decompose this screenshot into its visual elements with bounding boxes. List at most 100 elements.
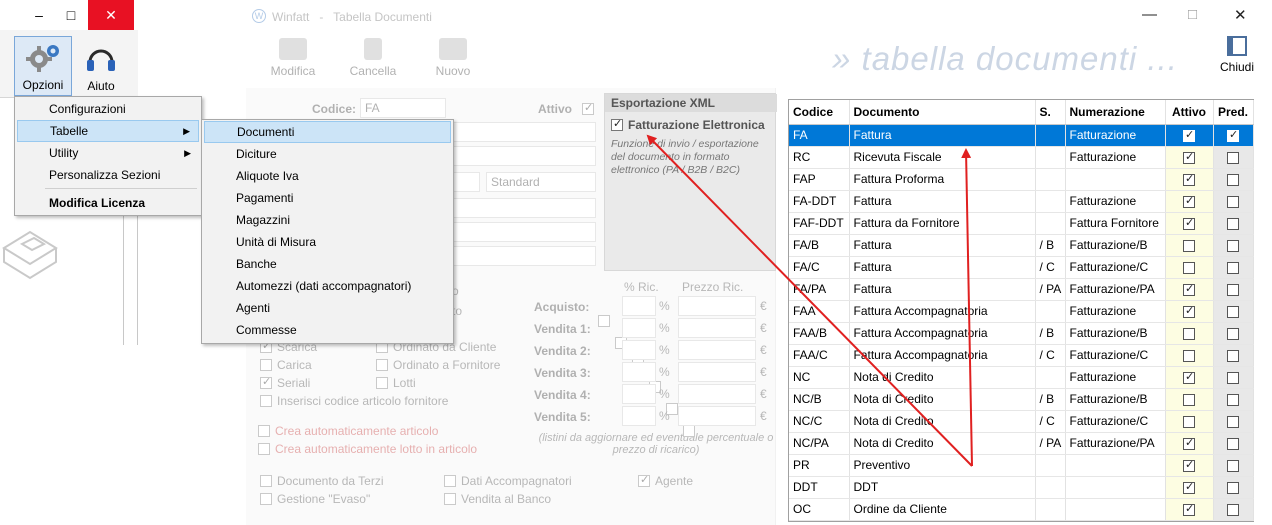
attivo-checkbox[interactable]	[1183, 349, 1195, 362]
table-row[interactable]: NC/C Nota di Credito / C Fatturazione/C	[789, 410, 1254, 433]
crea-articolo-option[interactable]: Crea automaticamente articolo	[258, 424, 438, 438]
attivo-checkbox[interactable]	[1183, 194, 1195, 208]
table-row[interactable]: NC Nota di Credito Fatturazione	[789, 366, 1254, 389]
dati-accompagnatori-checkbox[interactable]	[444, 475, 456, 487]
table-row[interactable]: FA/C Fattura / C Fatturazione/C	[789, 256, 1254, 279]
pred-checkbox[interactable]	[1227, 349, 1239, 362]
crea-articolo-checkbox[interactable]	[258, 425, 270, 437]
pred-checkbox[interactable]	[1227, 239, 1239, 252]
submenu-item[interactable]: Pagamenti	[204, 187, 451, 209]
main-close-button[interactable]: ✕	[1234, 6, 1247, 24]
documento-terzi-checkbox[interactable]	[260, 475, 272, 487]
pred-checkbox[interactable]	[1227, 393, 1239, 406]
pred-checkbox[interactable]	[1227, 217, 1239, 230]
aiuto-button[interactable]: Aiuto	[72, 36, 130, 96]
attivo-checkbox[interactable]	[582, 101, 594, 115]
pred-checkbox[interactable]	[1227, 503, 1239, 516]
submenu-item[interactable]: Agenti	[204, 297, 451, 319]
opzioni-button[interactable]: Opzioni	[14, 36, 72, 96]
pred-checkbox[interactable]	[1227, 128, 1239, 142]
attivo-checkbox[interactable]	[1183, 128, 1195, 142]
table-row[interactable]: FAA/C Fattura Accompagnatoria / C Fatturazi…	[789, 344, 1254, 367]
menu-configurazioni[interactable]: Configurazioni	[17, 98, 199, 120]
ric-percent-field[interactable]	[622, 384, 656, 404]
attivo-checkbox[interactable]	[1183, 304, 1195, 318]
agente-checkbox[interactable]	[638, 473, 650, 487]
submenu-item[interactable]: Diciture	[204, 143, 451, 165]
ric-percent-field[interactable]	[622, 296, 656, 316]
main-maximize-button[interactable]: □	[1188, 6, 1197, 23]
ric-percent-field[interactable]	[622, 406, 656, 426]
attivo-checkbox[interactable]	[1183, 216, 1195, 230]
pred-checkbox[interactable]	[1227, 195, 1239, 208]
submenu-item[interactable]: Aliquote Iva	[204, 165, 451, 187]
ordinato-fornitore-option[interactable]: Ordinato a Fornitore	[376, 358, 500, 372]
col-attivo[interactable]: Attivo	[1165, 100, 1214, 125]
prezzo-ric-field[interactable]	[678, 406, 756, 426]
col-codice[interactable]: Codice	[789, 100, 850, 125]
lotti-checkbox[interactable]	[376, 377, 388, 389]
price-row-checkbox[interactable]	[598, 315, 610, 327]
col-s[interactable]: S.	[1035, 100, 1066, 125]
table-row[interactable]: NC/PA Nota di Credito / PA Fatturazione/PA	[789, 432, 1254, 455]
pred-checkbox[interactable]	[1227, 327, 1239, 340]
crea-lotto-checkbox[interactable]	[258, 443, 270, 455]
lotti-option[interactable]: Lotti	[376, 376, 416, 390]
ordinato-fornitore-checkbox[interactable]	[376, 359, 388, 371]
attivo-checkbox[interactable]	[1183, 261, 1195, 274]
pred-checkbox[interactable]	[1227, 283, 1239, 296]
submenu-item[interactable]: Automezzi (dati accompagnatori)	[204, 275, 451, 297]
modifica-button[interactable]: Modifica	[258, 36, 328, 86]
submenu-item[interactable]: Documenti	[204, 121, 451, 143]
table-row[interactable]: FAA Fattura Accompagnatoria Fatturazione	[789, 300, 1254, 323]
col-documento[interactable]: Documento	[849, 100, 1036, 125]
menu-modifica-licenza[interactable]: Modifica Licenza	[17, 192, 199, 214]
seriali-checkbox[interactable]	[260, 375, 272, 389]
attivo-checkbox[interactable]	[1183, 480, 1195, 494]
col-numerazione[interactable]: Numerazione	[1065, 100, 1166, 125]
fatturazione-elettronica-checkbox[interactable]	[611, 117, 623, 131]
table-row[interactable]: FA-DDT Fattura Fatturazione	[789, 190, 1254, 213]
table-row[interactable]: FA/B Fattura / B Fatturazione/B	[789, 234, 1254, 257]
pred-checkbox[interactable]	[1227, 151, 1239, 164]
attivo-checkbox[interactable]	[1183, 415, 1195, 428]
documento-terzi-option[interactable]: Documento da Terzi	[260, 474, 384, 488]
codice-field[interactable]: FA	[360, 98, 446, 118]
agente-option[interactable]: Agente	[638, 473, 693, 488]
chiudi-button[interactable]: Chiudi	[1212, 36, 1262, 74]
fatturazione-elettronica-option[interactable]: Fatturazione Elettronica	[611, 117, 765, 132]
prezzo-ric-field[interactable]	[678, 318, 756, 338]
gestione-evaso-checkbox[interactable]	[260, 493, 272, 505]
ric-percent-field[interactable]	[622, 362, 656, 382]
pred-checkbox[interactable]	[1227, 415, 1239, 428]
attivo-checkbox[interactable]	[1183, 436, 1195, 450]
back-minimize-button[interactable]: –	[22, 0, 56, 30]
back-maximize-button[interactable]: □	[54, 0, 88, 30]
standard-select[interactable]: Standard	[486, 172, 596, 192]
attivo-checkbox[interactable]	[1183, 370, 1195, 384]
table-row[interactable]: RC Ricevuta Fiscale Fatturazione	[789, 146, 1254, 169]
ric-percent-field[interactable]	[622, 318, 656, 338]
submenu-item[interactable]: Magazzini	[204, 209, 451, 231]
prezzo-ric-field[interactable]	[678, 340, 756, 360]
carica-option[interactable]: Carica	[260, 358, 312, 372]
table-row[interactable]: FA/PA Fattura / PA Fatturazione/PA	[789, 278, 1254, 301]
pred-checkbox[interactable]	[1227, 173, 1239, 186]
attivo-checkbox[interactable]	[1183, 327, 1195, 340]
table-row[interactable]: FA Fattura Fatturazione	[789, 124, 1254, 147]
submenu-item[interactable]: Unità di Misura	[204, 231, 451, 253]
attivo-checkbox[interactable]	[1183, 393, 1195, 406]
attivo-checkbox[interactable]	[1183, 502, 1195, 516]
pred-checkbox[interactable]	[1227, 459, 1239, 472]
attivo-checkbox[interactable]	[1183, 282, 1195, 296]
ric-percent-field[interactable]	[622, 340, 656, 360]
cancella-button[interactable]: Cancella	[338, 36, 408, 86]
menu-personalizza-sezioni[interactable]: Personalizza Sezioni	[17, 164, 199, 186]
back-close-button[interactable]: ✕	[88, 0, 134, 30]
attivo-checkbox[interactable]	[1183, 458, 1195, 472]
menu-utility[interactable]: Utility ▶	[17, 142, 199, 164]
prezzo-ric-field[interactable]	[678, 362, 756, 382]
attivo-checkbox[interactable]	[1183, 239, 1195, 252]
inserisci-codice-checkbox[interactable]	[260, 395, 272, 407]
inserisci-codice-option[interactable]: Inserisci codice articolo fornitore	[260, 394, 448, 408]
